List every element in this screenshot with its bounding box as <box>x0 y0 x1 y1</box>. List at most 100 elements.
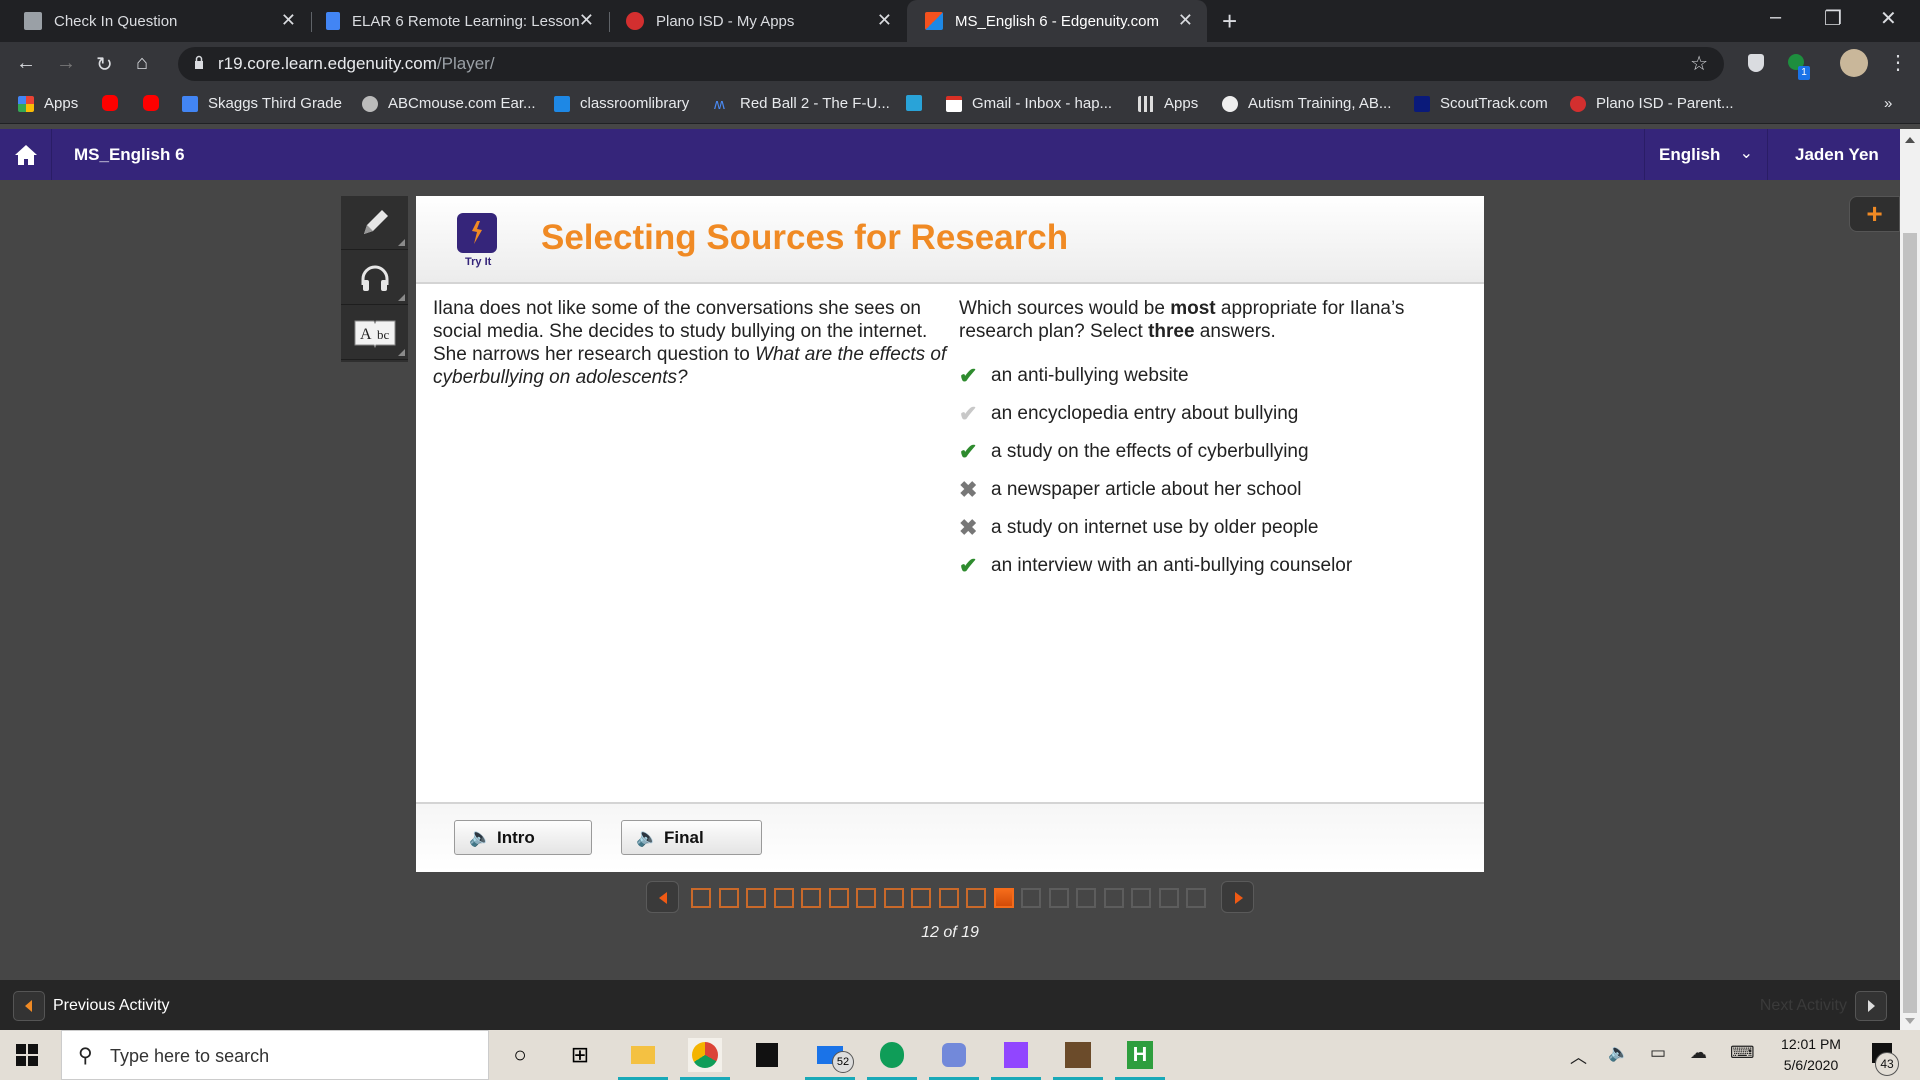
previous-page-button[interactable] <box>646 881 679 913</box>
next-page-button[interactable] <box>1221 881 1254 913</box>
store-icon[interactable] <box>750 1038 784 1072</box>
course-header: MS_English 6 English ⌄ Jaden Yen <box>0 129 1900 180</box>
bookmark-abcmouse[interactable]: ABCmouse.com Ear... <box>362 95 536 112</box>
page-indicator[interactable] <box>938 888 959 908</box>
svg-text:A: A <box>360 326 372 343</box>
answer-option[interactable]: ✖ a newspaper article about her school <box>959 471 1459 509</box>
page-indicator[interactable] <box>828 888 849 908</box>
page-indicator[interactable] <box>883 888 904 908</box>
scroll-up-icon[interactable] <box>1905 137 1915 143</box>
page-indicator[interactable] <box>801 888 821 908</box>
scrollbar-thumb[interactable] <box>1903 233 1917 1013</box>
activity-card: Try It Selecting Sources for Research Il… <box>416 196 1484 872</box>
hulu-icon[interactable]: H <box>1115 1038 1165 1080</box>
bookmark-autism-training[interactable]: Autism Training, AB... <box>1222 95 1391 112</box>
answer-option[interactable]: ✖ a study on internet use by older people <box>959 509 1459 547</box>
tab-plano-isd[interactable]: Plano ISD - My Apps ✕ <box>610 0 906 42</box>
bookmark-cloud[interactable] <box>906 95 932 111</box>
close-tab-icon[interactable]: ✕ <box>877 10 892 31</box>
answer-option[interactable]: ✔ an encyclopedia entry about bullying <box>959 395 1459 433</box>
expand-tools-button[interactable]: + <box>1849 196 1900 232</box>
discord-icon[interactable] <box>929 1038 979 1080</box>
scroll-down-icon[interactable] <box>1905 1018 1915 1024</box>
close-tab-icon[interactable]: ✕ <box>1178 10 1193 31</box>
bookmarks-overflow-button[interactable]: » <box>1884 95 1892 112</box>
tab-elar-6[interactable]: ELAR 6 Remote Learning: Lesson ✕ <box>312 0 608 42</box>
close-tab-icon[interactable]: ✕ <box>281 10 296 31</box>
language-select[interactable]: English ⌄ <box>1644 129 1768 180</box>
bookmark-apps[interactable]: Apps <box>18 95 78 112</box>
bookmark-gmail[interactable]: Gmail - Inbox - hap... <box>946 95 1112 112</box>
minimize-button[interactable]: – <box>1770 6 1781 29</box>
x-mark-icon: ✖ <box>959 515 978 540</box>
next-activity-button[interactable]: Next Activity <box>1760 991 1887 1021</box>
page-indicator[interactable] <box>773 888 794 908</box>
search-icon: ⚲ <box>78 1045 93 1067</box>
minecraft-icon[interactable] <box>1053 1038 1103 1080</box>
onedrive-error-icon[interactable]: ☁ <box>1690 1043 1707 1063</box>
page-indicator <box>1186 888 1206 908</box>
final-audio-button[interactable]: 🔈 Final <box>621 820 762 855</box>
close-tab-icon[interactable]: ✕ <box>579 10 594 31</box>
answer-text: a study on the effects of cyberbullying <box>991 441 1309 462</box>
page-indicator[interactable] <box>966 888 986 908</box>
tab-title: Plano ISD - My Apps <box>656 12 795 30</box>
home-icon[interactable]: ⌂ <box>136 52 148 75</box>
address-bar[interactable]: r19.core.learn.edgenuity.com/Player/ ☆ <box>178 47 1724 81</box>
dictionary-tool-button[interactable]: Abc <box>341 306 408 360</box>
extension-shield-icon[interactable] <box>1748 54 1764 72</box>
page-indicator[interactable] <box>746 888 766 908</box>
pencil-tool-button[interactable] <box>341 196 408 250</box>
bookmark-apps-2[interactable]: Apps <box>1138 95 1198 112</box>
bookmark-scouttrack[interactable]: ScoutTrack.com <box>1414 95 1548 112</box>
bookmark-youtube[interactable] <box>143 95 169 111</box>
audio-tool-button[interactable] <box>341 251 408 305</box>
maximize-button[interactable]: ❐ <box>1824 6 1842 31</box>
bookmark-star-icon[interactable]: ☆ <box>1690 51 1708 76</box>
forward-icon[interactable]: → <box>56 52 76 75</box>
back-icon[interactable]: ← <box>16 52 36 75</box>
cortana-icon[interactable]: ○ <box>503 1038 537 1072</box>
answer-list: ✔ an anti-bullying website ✔ an encyclopedi… <box>959 357 1459 585</box>
page-indicator[interactable] <box>718 888 739 908</box>
tab-check-in-question[interactable]: Check In Question ✕ <box>0 0 310 42</box>
task-view-icon[interactable]: ⊞ <box>563 1038 597 1072</box>
close-window-button[interactable]: ✕ <box>1880 6 1897 31</box>
bookmark-skaggs[interactable]: Skaggs Third Grade <box>182 95 342 112</box>
taskbar-search-box[interactable]: ⚲ Type here to search <box>61 1030 489 1080</box>
tab-ms-english-6[interactable]: MS_English 6 - Edgenuity.com ✕ <box>907 0 1207 42</box>
chrome-menu-icon[interactable]: ⋮ <box>1888 50 1908 75</box>
user-name[interactable]: Jaden Yen <box>1795 145 1879 165</box>
profile-avatar[interactable] <box>1840 49 1868 77</box>
intro-audio-button[interactable]: 🔈 Intro <box>454 820 592 855</box>
bookmark-plano-parent[interactable]: Plano ISD - Parent... <box>1570 95 1734 112</box>
bookmark-youtube[interactable] <box>102 95 128 111</box>
system-clock[interactable]: 12:01 PM 5/6/2020 <box>1778 1034 1844 1076</box>
show-hidden-icons[interactable]: ︿ <box>1570 1043 1587 1068</box>
battery-icon[interactable]: ▭ <box>1650 1043 1666 1063</box>
windows-start-icon[interactable] <box>16 1044 38 1066</box>
new-tab-button[interactable]: + <box>1222 6 1237 37</box>
previous-activity-button[interactable]: Previous Activity <box>13 991 169 1021</box>
answer-option[interactable]: ✔ an anti-bullying website <box>959 357 1459 395</box>
answer-option[interactable]: ✔ a study on the effects of cyberbullying <box>959 433 1459 471</box>
hangouts-icon[interactable] <box>867 1038 917 1080</box>
answer-option[interactable]: ✔ an interview with an anti-bullying coun… <box>959 547 1459 585</box>
page-indicator[interactable] <box>911 888 931 908</box>
home-button[interactable] <box>0 129 52 180</box>
bookmark-classroomlibrary[interactable]: classroomlibrary <box>554 95 689 112</box>
keyboard-icon[interactable]: ⌨ <box>1730 1043 1755 1063</box>
bookmark-red-ball[interactable]: ʍ Red Ball 2 - The F-U... <box>714 95 890 113</box>
page-scrollbar[interactable] <box>1900 129 1920 1030</box>
file-explorer-icon[interactable] <box>618 1038 668 1080</box>
volume-icon[interactable]: 🔈 <box>1608 1043 1629 1063</box>
twitch-icon[interactable] <box>991 1038 1041 1080</box>
page-indicator-current[interactable] <box>993 888 1014 908</box>
classroomlibrary-icon <box>554 95 570 112</box>
browser-tab-strip: Check In Question ✕ ELAR 6 Remote Learni… <box>0 0 1920 42</box>
page-indicator[interactable] <box>691 888 711 908</box>
page-indicator[interactable] <box>856 888 876 908</box>
form-icon <box>24 12 42 30</box>
reload-icon[interactable]: ↻ <box>96 52 113 77</box>
chrome-icon[interactable] <box>680 1038 730 1080</box>
